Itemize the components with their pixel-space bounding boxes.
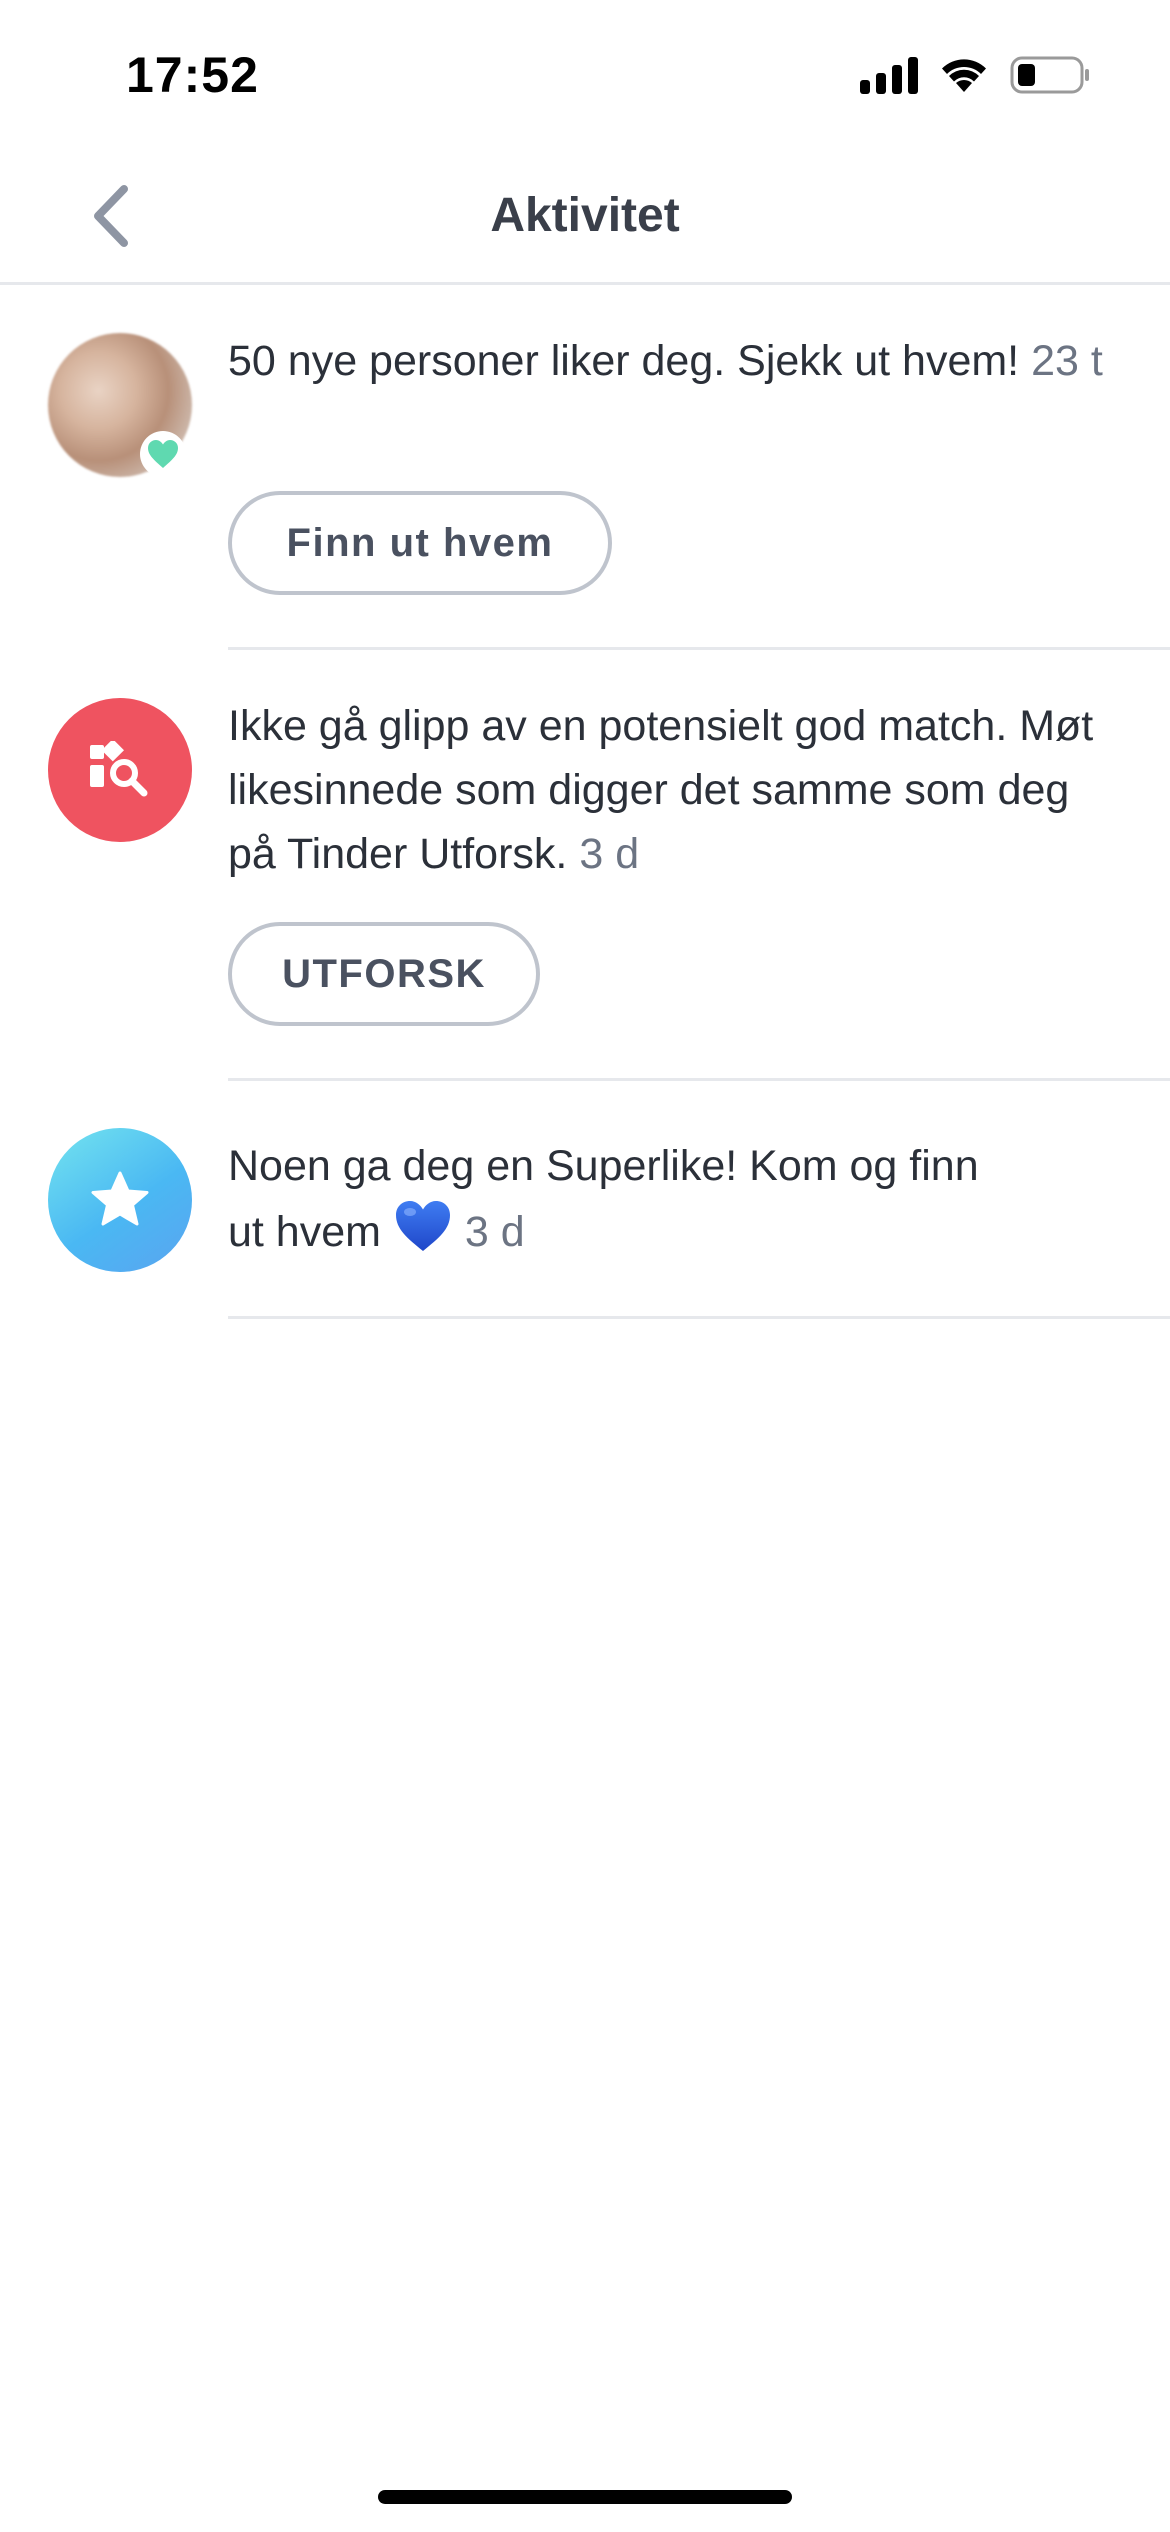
activity-text: 50 nye personer liker deg. Sjekk ut hvem… <box>228 329 1108 393</box>
superlike-icon-circle <box>48 1128 192 1272</box>
activity-timestamp: 3 d <box>579 830 640 878</box>
activity-message: 50 nye personer liker deg. Sjekk ut hvem… <box>228 337 1020 385</box>
activity-timestamp: 23 t <box>1031 337 1103 385</box>
find-out-who-button[interactable]: Finn ut hvem <box>228 491 612 595</box>
green-heart-icon <box>140 431 186 477</box>
cellular-signal-icon <box>860 56 918 94</box>
divider <box>228 1078 1170 1081</box>
navigation-header: Aktivitet <box>0 150 1170 285</box>
status-time: 17:52 <box>126 47 259 103</box>
activity-text: Ikke gå glipp av en potensielt god match… <box>228 694 1108 886</box>
home-indicator[interactable] <box>378 2490 792 2504</box>
star-icon <box>91 1171 149 1226</box>
activity-message: Ikke gå glipp av en potensielt god match… <box>228 702 1094 878</box>
status-icons <box>860 56 1090 94</box>
activity-timestamp: 3 d <box>464 1208 525 1256</box>
blue-heart-emoji-icon <box>393 1198 453 1272</box>
status-bar: 17:52 <box>0 0 1170 150</box>
battery-icon <box>1010 56 1090 94</box>
activity-message: Noen ga deg en Superlike! Kom og finn ut… <box>228 1142 979 1256</box>
explore-search-icon <box>90 741 148 797</box>
page-title: Aktivitet <box>490 189 680 242</box>
explore-button[interactable]: UTFORSK <box>228 922 540 1026</box>
divider <box>228 647 1170 650</box>
wifi-icon <box>940 56 988 94</box>
activity-text: Noen ga deg en Superlike! Kom og finn ut… <box>228 1134 1018 1272</box>
divider <box>228 1316 1170 1319</box>
explore-icon-circle <box>48 698 192 842</box>
